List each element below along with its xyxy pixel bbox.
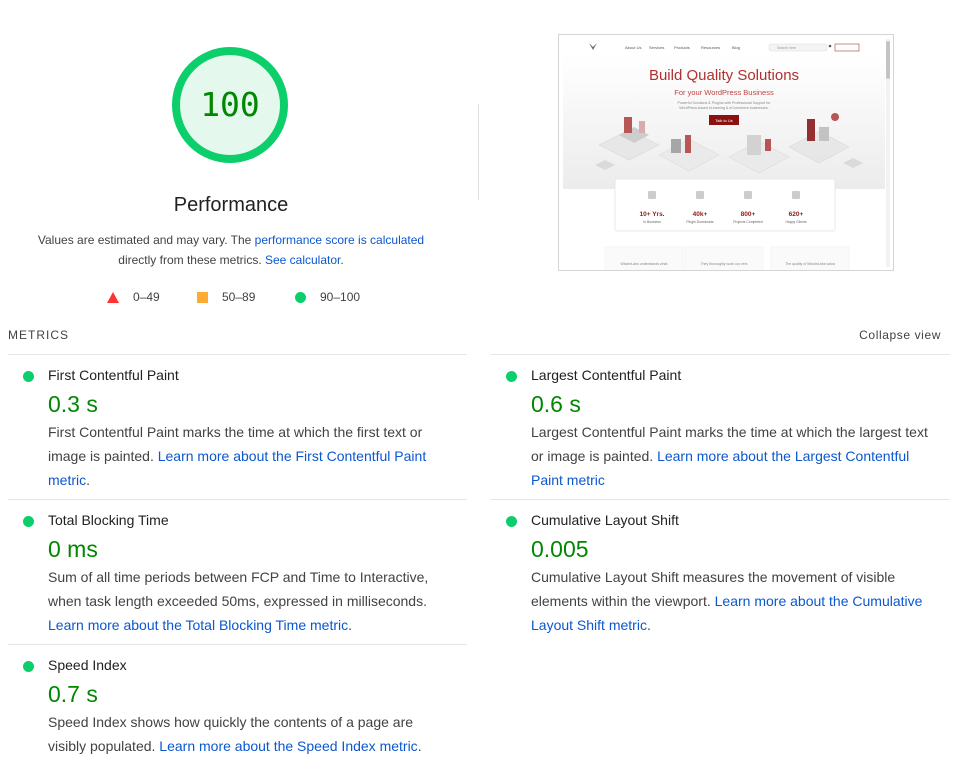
nav-item-blog: Blog (732, 45, 740, 50)
metric-desc-period: . (417, 738, 422, 754)
metric-cumulative-layout-shift: Cumulative Layout Shift 0.005 Cumulative… (491, 499, 950, 644)
collapse-view-toggle[interactable]: Collapse view (859, 328, 941, 342)
metric-description: Cumulative Layout Shift measures the mov… (531, 565, 931, 637)
screenshot-blurb-1: Powerful Solutions & Plugins with Profes… (678, 101, 772, 105)
metric-value: 0.005 (531, 536, 589, 562)
score-desc-text: Values are estimated and may vary. The (37, 233, 255, 247)
testimonial-2: They thoroughly work our vers (700, 262, 747, 266)
legend-fail: 0–49 (107, 290, 160, 304)
stat-value-projects: 800+ (741, 211, 756, 218)
pass-circle-icon (506, 371, 517, 382)
legend-pass: 90–100 (295, 290, 360, 304)
legend-average: 50–89 (197, 290, 255, 304)
metric-desc-period: . (86, 472, 91, 488)
square-icon (197, 291, 208, 303)
metric-description: Speed Index shows how quickly the conten… (48, 710, 448, 758)
pass-circle-icon (23, 516, 34, 527)
score-desc-text-2: directly from these metrics. (118, 253, 265, 267)
legend-fail-label: 0–49 (133, 290, 160, 304)
metric-desc-period: . (348, 617, 353, 633)
screenshot-blurb-2: WordPress-based eLearning & eCommerce bu… (679, 106, 769, 110)
metric-title: First Contentful Paint (48, 367, 179, 383)
vertical-divider (478, 104, 479, 200)
metric-title: Speed Index (48, 657, 127, 673)
pass-circle-icon (23, 371, 34, 382)
pass-circle-icon (23, 661, 34, 672)
score-description: Values are estimated and may vary. The p… (20, 230, 442, 270)
score-legend: 0–49 50–89 90–100 (0, 290, 462, 306)
metric-description: Largest Contentful Paint marks the time … (531, 420, 931, 492)
metric-value: 0 ms (48, 536, 98, 562)
metrics-heading: METRICS (8, 328, 69, 342)
score-gauge: 100 (170, 45, 290, 165)
nav-item-about: About Us (625, 45, 641, 50)
metric-value: 0.3 s (48, 391, 98, 417)
metric-desc-period: . (646, 617, 651, 633)
circle-icon (295, 291, 306, 303)
metric-first-contentful-paint: First Contentful Paint 0.3 s First Conte… (8, 354, 467, 499)
score-desc-period: . (340, 253, 344, 267)
stat-label-clients: Happy Clients (785, 220, 806, 224)
metric-speed-index: Speed Index 0.7 s Speed Index shows how … (8, 644, 467, 774)
screenshot-search-placeholder: Search here (777, 46, 796, 50)
metric-title: Cumulative Layout Shift (531, 512, 679, 528)
performance-score-section: 100 Performance Values are estimated and… (0, 0, 462, 320)
category-title: Performance (173, 194, 289, 216)
stat-value-downloads: 40k+ (693, 211, 708, 218)
stat-label-years: In Business (643, 220, 661, 224)
nav-item-services: Services (649, 45, 664, 50)
metric-desc-text: Sum of all time periods between FCP and … (48, 569, 429, 609)
testimonial-1: WisdmLabs understands what (621, 262, 668, 266)
stat-value-clients: 620+ (789, 211, 804, 218)
see-calculator-link[interactable]: See calculator (265, 253, 340, 267)
metric-total-blocking-time: Total Blocking Time 0 ms Sum of all time… (8, 499, 467, 644)
triangle-icon (107, 291, 119, 303)
screenshot-illustration: About Us Services Products Resources Blo… (559, 35, 893, 270)
learn-more-si-link[interactable]: Learn more about the Speed Index metric (159, 738, 417, 754)
stat-value-years: 10+ Yrs. (639, 211, 664, 218)
stat-label-projects: Projects Completed (733, 220, 763, 224)
legend-average-label: 50–89 (222, 290, 256, 304)
metric-value: 0.6 s (531, 391, 581, 417)
score-value: 100 (200, 85, 260, 124)
legend-pass-label: 90–100 (320, 290, 361, 304)
screenshot-subheadline: For your WordPress Business (674, 88, 774, 97)
learn-more-tbt-link[interactable]: Learn more about the Total Blocking Time… (48, 617, 348, 633)
metric-largest-contentful-paint: Largest Contentful Paint 0.6 s Largest C… (491, 354, 950, 499)
final-screenshot[interactable]: About Us Services Products Resources Blo… (558, 34, 894, 271)
pass-circle-icon (506, 516, 517, 527)
screenshot-headline: Build Quality Solutions (649, 67, 799, 84)
metric-title: Largest Contentful Paint (531, 367, 682, 383)
metric-value: 0.7 s (48, 681, 98, 707)
metric-description: Sum of all time periods between FCP and … (48, 565, 448, 637)
score-calculated-link[interactable]: performance score is calculated (255, 233, 424, 247)
metric-title: Total Blocking Time (48, 512, 169, 528)
nav-item-products: Products (674, 45, 690, 50)
screenshot-cta: Talk to Us (715, 118, 733, 123)
metric-description: First Contentful Paint marks the time at… (48, 420, 448, 492)
nav-item-resources: Resources (701, 45, 720, 50)
testimonial-3: The quality of WisdmLabs valua (785, 262, 835, 266)
stat-label-downloads: Plugin Downloads (686, 220, 713, 224)
